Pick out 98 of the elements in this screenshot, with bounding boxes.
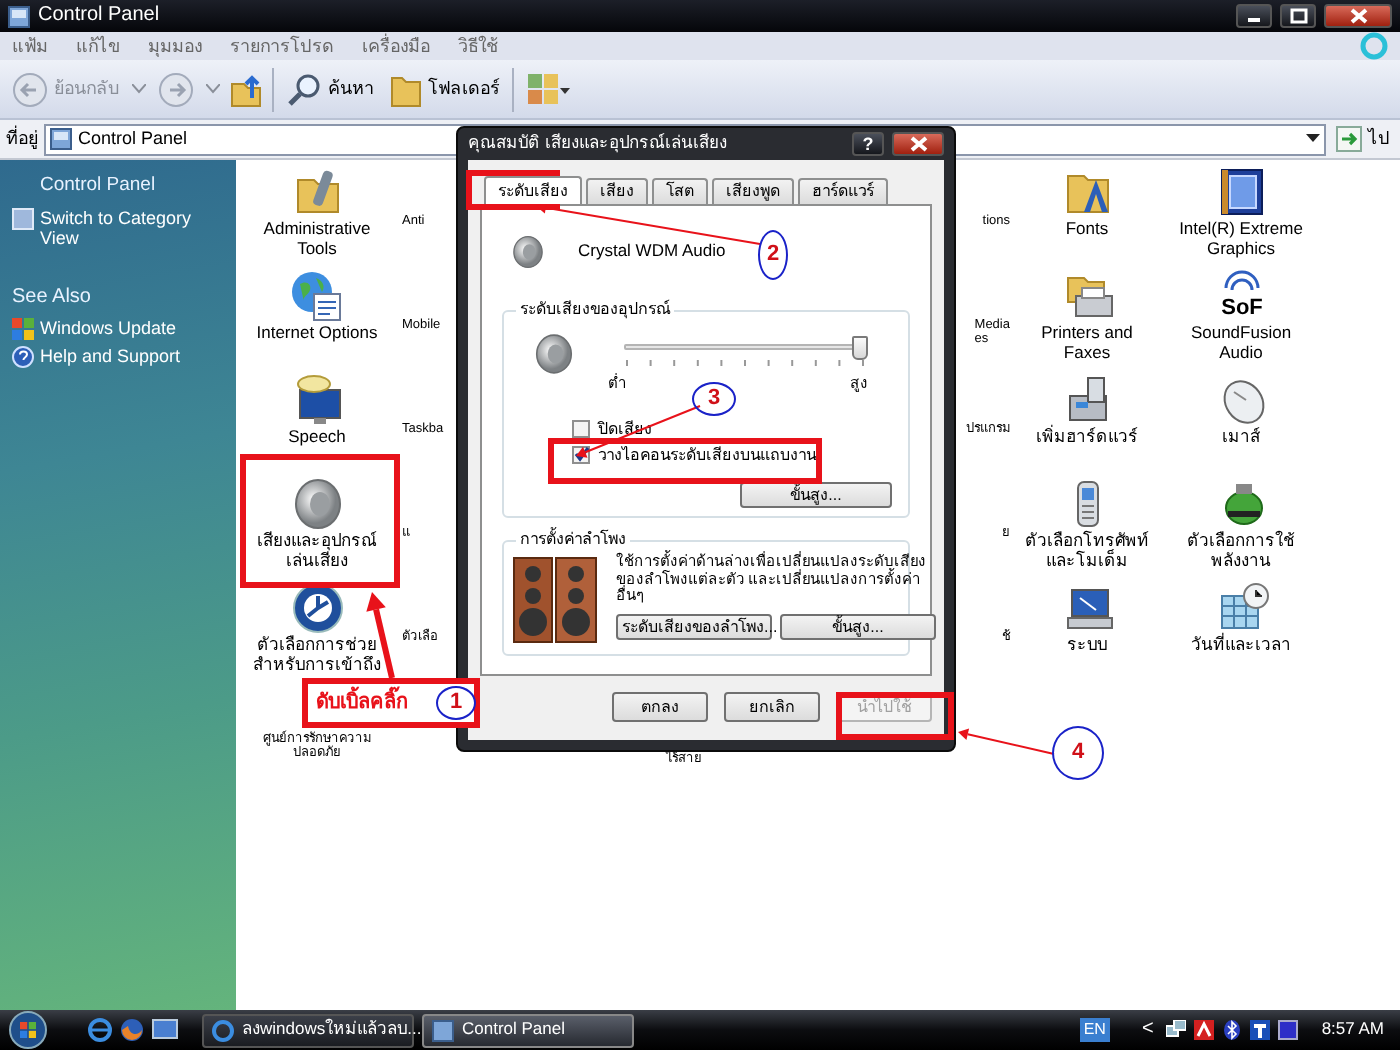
control-panel-item[interactable]: เมาส์ [1213,372,1269,448]
language-indicator[interactable]: EN [1079,1018,1110,1042]
menu-item[interactable]: มุมมอง [148,35,202,57]
dialog-button[interactable]: ยกเลิก [724,692,820,722]
caret-icon[interactable] [132,84,146,94]
tab[interactable]: โสต [652,178,708,204]
taskbar-button[interactable]: Control Panel [422,1013,634,1047]
device-name: Crystal WDM Audio [578,242,726,262]
tab[interactable]: ฮาร์ดแวร์ [798,178,888,204]
control-panel-item[interactable]: Administrative Tools [247,164,387,260]
control-panel-icon [8,5,30,27]
control-panel-item[interactable]: SoF SoundFusion Audio [1171,268,1311,364]
speaker-icon [510,234,546,270]
clock: 8:57 AM [1321,1020,1384,1040]
window-title: Control Panel [38,4,160,28]
menu-item[interactable]: วิธีใช้ [458,35,498,57]
control-panel-item[interactable]: เสียงและอุปกรณ์เล่นเสียง [247,476,387,572]
dialog-button[interactable]: ขั้นสูง... [780,613,936,640]
control-panel-item[interactable]: ตัวเลือกการใช้พลังงาน [1171,476,1311,572]
control-panel-item[interactable]: ตัวเลือกโทรศัพท์และโมเด็ม [1017,476,1157,572]
antivirus-icon[interactable] [1193,1020,1214,1040]
menu-item[interactable]: แฟ้ม [12,35,48,57]
step-number: 3 [692,382,736,416]
highlight-frame [836,692,954,740]
checkmark-icon [573,446,589,463]
display-icon[interactable] [1277,1020,1298,1040]
folder-icon [390,71,422,107]
group-title: การตั้งค่าลำโพง [516,530,630,549]
control-panel-item[interactable]: เพิ่มฮาร์ดแวร์ [1036,372,1138,448]
volume-slider[interactable] [624,336,864,360]
close-icon [909,136,927,152]
desktop-icon[interactable] [152,1018,178,1042]
address-label: ที่อยู่ [6,128,38,150]
soundfusion-logo: SoF [1213,268,1269,324]
step-number: 1 [436,686,476,720]
help-button[interactable]: ? [852,132,884,156]
advanced-button[interactable]: ขั้นสูง... [740,482,892,508]
menu-item[interactable]: เครื่องมือ [362,35,430,57]
slider-thumb[interactable] [852,336,868,360]
control-panel-item[interactable]: ตัวเลือกการช่วยสำหรับการเข้าถึง [247,580,387,676]
maximize-icon [1289,8,1307,24]
menu-item[interactable]: รายการโปรด [230,35,334,57]
control-panel-item[interactable]: Fonts [1059,164,1115,240]
browser-icon [212,1019,234,1041]
search-button[interactable]: ค้นหา [282,69,378,109]
view-icon [12,207,34,230]
help-icon [12,346,34,369]
bluetooth-icon[interactable] [1221,1020,1242,1040]
pane-title: Control Panel [38,176,158,198]
checkbox-label: วางไอคอนระดับเสียงบนแถบงาน [598,445,816,464]
section-title: See Also [12,285,93,309]
control-panel-item[interactable]: Internet Options [256,268,378,344]
dialog-button[interactable]: ระดับเสียงของลำโพง... [616,613,772,640]
control-panel-icon [50,128,72,150]
dialog-button[interactable]: ตกลง [612,692,708,722]
control-panel-item[interactable]: Speech [288,372,346,448]
speakers-drawing [512,554,600,646]
folders-button[interactable]: โฟลเดอร์ [386,69,504,109]
sidebar-link[interactable]: Help and Support [12,346,181,369]
minimize-button[interactable] [1236,4,1272,28]
fox-globe-icon[interactable] [120,1018,144,1042]
close-icon [1349,8,1367,24]
checkbox[interactable] [572,419,590,438]
control-panel-item[interactable]: วันที่และเวลา [1191,580,1291,656]
step-number: 4 [1052,726,1104,780]
views-icon [526,71,570,107]
globe-icon [288,268,345,324]
maximize-button[interactable] [1280,4,1316,28]
up-folder-icon[interactable] [228,71,264,107]
step-number: 2 [758,230,788,280]
dropdown-caret-icon[interactable] [1306,134,1320,144]
control-panel-item[interactable]: Intel(R) Extreme Graphics [1171,164,1311,260]
windows-flag-icon [12,318,34,341]
close-button[interactable] [892,132,944,156]
menu-item[interactable]: แก้ไข [76,35,120,57]
sidebar-link[interactable]: Windows Update [12,318,177,341]
control-panel-item[interactable]: ระบบ [1059,580,1115,656]
tab[interactable]: เสียงพูด [712,178,794,204]
switch-view-link[interactable]: Switch to Category View [12,207,228,250]
annotation-arrow [958,728,1055,755]
network-icon[interactable] [1165,1020,1186,1040]
browser-icon[interactable] [88,1018,112,1042]
tray-app-icon[interactable] [1249,1020,1270,1040]
start-button[interactable] [8,1010,48,1050]
dialog-title: คุณสมบัติ เสียงและอุปกรณ์เล่นเสียง [468,134,729,154]
tab[interactable]: เสียง [586,178,648,204]
search-icon [286,71,322,107]
control-panel-item[interactable]: Printers and Faxes [1017,268,1157,364]
go-button[interactable]: ไป [1332,124,1394,154]
tray-toggle[interactable]: < [1137,1016,1158,1044]
control-panel-icon [432,1019,454,1041]
tab[interactable]: ระดับเสียง [484,176,582,204]
caret-icon[interactable] [206,84,220,94]
speaker-icon [532,332,576,376]
speaker-icon [289,476,345,532]
close-button[interactable] [1324,4,1392,28]
group-title: ระดับเสียงของอุปกรณ์ [516,300,674,319]
go-arrow-icon [1336,126,1362,152]
